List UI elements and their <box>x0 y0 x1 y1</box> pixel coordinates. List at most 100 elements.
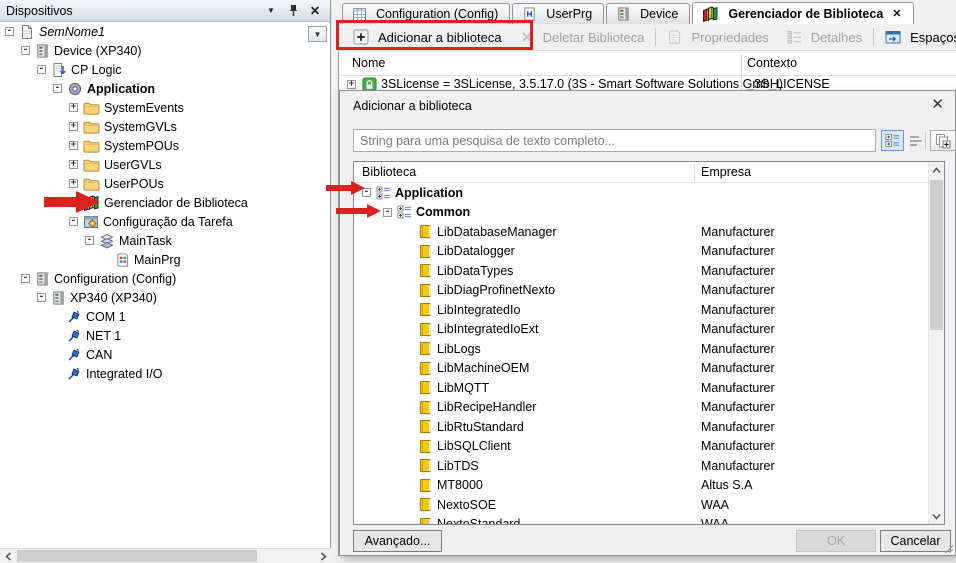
expander-minus-icon[interactable]: - <box>21 274 30 283</box>
expander-minus-icon[interactable]: - <box>37 293 46 302</box>
picker-item-nextosoe[interactable]: NextoSOEWAA <box>354 495 928 515</box>
tree-item-net-1[interactable]: NET 1 <box>0 326 330 345</box>
toolbar-button-detalhes[interactable]: Detalhes <box>778 25 871 49</box>
picker-item-librtustandard[interactable]: LibRtuStandardManufacturer <box>354 417 928 437</box>
column-contexto: Contexto <box>747 56 797 70</box>
tree-item-usergvls[interactable]: +UserGVLs <box>0 155 330 174</box>
scroll-down-icon[interactable] <box>929 508 944 524</box>
expander-plus-icon[interactable]: + <box>69 141 78 150</box>
tree-item-mainprg[interactable]: MainPrg <box>0 250 330 269</box>
picker-item-company: Manufacturer <box>701 459 775 473</box>
tree-item-xp340-xp340[interactable]: -XP340 (XP340) <box>0 288 330 307</box>
pin-icon[interactable] <box>284 3 302 19</box>
device-icon <box>35 271 50 287</box>
tab-close-icon[interactable]: ✕ <box>892 7 901 20</box>
picker-column-divider <box>694 164 695 181</box>
picker-item-libdiagprofinetnexto[interactable]: LibDiagProfinetNextoManufacturer <box>354 281 928 301</box>
panel-dropdown-icon[interactable]: ▼ <box>262 3 280 19</box>
expander-plus-icon[interactable]: + <box>69 103 78 112</box>
column-nome: Nome <box>352 56 385 70</box>
prg-icon <box>115 252 130 268</box>
expander-minus-icon[interactable]: - <box>85 236 94 245</box>
tree-item-application[interactable]: -Application <box>0 79 330 98</box>
library-picker-list: Biblioteca Empresa -Application-CommonLi… <box>353 161 945 525</box>
expander-minus-icon[interactable]: - <box>37 65 46 74</box>
scroll-left-icon[interactable] <box>0 549 16 563</box>
view-toolbar-separator <box>925 132 926 149</box>
toolbar-separator <box>873 28 874 46</box>
picker-item-label: LibSQLClient <box>437 439 511 453</box>
scrollbar-thumb[interactable] <box>930 180 943 330</box>
picker-item-common[interactable]: -Common <box>354 203 928 223</box>
picker-item-liblogs[interactable]: LibLogsManufacturer <box>354 339 928 359</box>
expander-plus-icon[interactable]: + <box>69 160 78 169</box>
picker-item-libdatatypes[interactable]: LibDataTypesManufacturer <box>354 261 928 281</box>
tree-item-can[interactable]: CAN <box>0 345 330 364</box>
advanced-button[interactable]: Avançado... <box>353 530 442 552</box>
picker-vertical-scrollbar[interactable] <box>928 162 944 524</box>
picker-item-libmachineoem[interactable]: LibMachineOEMManufacturer <box>354 359 928 379</box>
picker-item-libtds[interactable]: LibTDSManufacturer <box>354 456 928 476</box>
tree-item-systemgvls[interactable]: +SystemGVLs <box>0 117 330 136</box>
picker-item-libintegratedio[interactable]: LibIntegratedIoManufacturer <box>354 300 928 320</box>
tab-device[interactable]: Device <box>606 3 690 24</box>
picker-item-application[interactable]: -Application <box>354 183 928 203</box>
library-search-input[interactable] <box>353 129 876 152</box>
scrollbar-thumb[interactable] <box>17 550 257 562</box>
placeholder-icon <box>885 30 901 45</box>
expander-minus-icon[interactable]: - <box>21 46 30 55</box>
folder-icon <box>83 101 100 115</box>
picker-item-libintegratedioext[interactable]: LibIntegratedIoExtManufacturer <box>354 320 928 340</box>
tree-item-configura-o-da-tarefa[interactable]: -Configuração da Tarefa <box>0 212 330 231</box>
picker-item-label: LibIntegratedIo <box>437 303 520 317</box>
tree-item-label: Configuration (Config) <box>54 272 176 286</box>
picker-item-nextostandard[interactable]: NextoStandardWAA <box>354 515 928 525</box>
picker-item-libmqtt[interactable]: LibMQTTManufacturer <box>354 378 928 398</box>
expander-plus-icon[interactable]: + <box>347 80 356 89</box>
expander-minus-icon[interactable]: - <box>53 84 62 93</box>
tree-item-device-xp340[interactable]: -Device (XP340) <box>0 41 330 60</box>
tab-gerenciador-de-biblioteca[interactable]: Gerenciador de Biblioteca✕ <box>692 2 913 24</box>
book-icon <box>418 263 433 278</box>
picker-item-company: Manufacturer <box>701 264 775 278</box>
expander-minus-icon[interactable]: - <box>5 27 14 36</box>
picker-item-libdatalogger[interactable]: LibDataloggerManufacturer <box>354 242 928 262</box>
tree-view-toggle[interactable] <box>881 130 904 151</box>
panel-horizontal-scrollbar[interactable] <box>0 548 331 563</box>
tree-item-label: Gerenciador de Biblioteca <box>104 196 248 210</box>
scroll-right-icon[interactable] <box>315 549 331 563</box>
expander-minus-icon[interactable]: - <box>383 208 392 217</box>
scroll-up-icon[interactable] <box>929 162 944 178</box>
book-icon <box>418 341 433 356</box>
cplogic-icon <box>51 62 67 78</box>
toolbar-button-espa-os-reservados[interactable]: Espaços Reservados <box>876 25 956 49</box>
picker-item-libsqlclient[interactable]: LibSQLClientManufacturer <box>354 437 928 457</box>
tree-item-com-1[interactable]: COM 1 <box>0 307 330 326</box>
dialog-close-icon[interactable]: ✕ <box>931 96 944 114</box>
tree-item-systempous[interactable]: +SystemPOUs <box>0 136 330 155</box>
picker-item-libdatabasemanager[interactable]: LibDatabaseManagerManufacturer <box>354 222 928 242</box>
picker-item-mt8000[interactable]: MT8000Altus S.A <box>354 476 928 496</box>
tree-item-semnome1[interactable]: -SemNome1 <box>0 22 330 41</box>
expander-minus-icon[interactable]: - <box>69 217 78 226</box>
tree-filter-dropdown[interactable]: ▼ <box>308 26 327 42</box>
tree-item-systemevents[interactable]: +SystemEvents <box>0 98 330 117</box>
book-icon <box>418 361 433 376</box>
tree-item-integrated-i-o[interactable]: Integrated I/O <box>0 364 330 383</box>
tree-item-maintask[interactable]: -MainTask <box>0 231 330 250</box>
expander-plus-icon[interactable]: + <box>69 179 78 188</box>
port-icon <box>67 328 82 343</box>
picker-item-label: LibDiagProfinetNexto <box>437 283 555 297</box>
tab-label: Device <box>640 7 678 21</box>
tree-item-configuration-config[interactable]: - Configuration (Config) <box>0 269 330 288</box>
ok-button[interactable]: OK <box>796 530 876 552</box>
resize-grip[interactable] <box>945 545 953 553</box>
panel-close-icon[interactable]: ✕ <box>306 3 324 19</box>
flat-view-toggle[interactable] <box>906 130 926 151</box>
expander-plus-icon[interactable]: + <box>69 122 78 131</box>
picker-item-librecipehandler[interactable]: LibRecipeHandlerManufacturer <box>354 398 928 418</box>
add-placeholder-icon[interactable] <box>930 130 956 151</box>
tree-item-cp-logic[interactable]: -CP Logic <box>0 60 330 79</box>
cancel-button[interactable]: Cancelar <box>880 530 951 552</box>
toolbar-button-propriedades[interactable]: Propriedades <box>658 25 777 49</box>
